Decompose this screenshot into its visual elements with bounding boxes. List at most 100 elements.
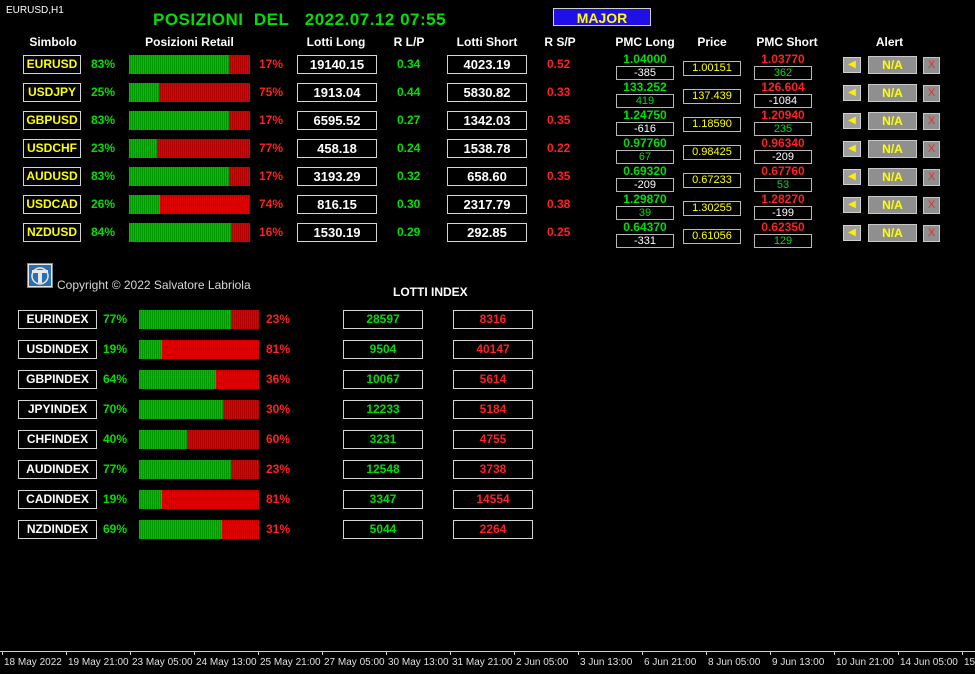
page-title: POSIZIONI DEL 2022.07.12 07:55: [153, 10, 447, 29]
short-bar-fill: [229, 111, 250, 130]
pair-row: AUDUSD 83% 17% 3193.29 0.32 658.60 0.35 0.69320…: [0, 165, 975, 192]
alert-na-button[interactable]: N/A: [868, 84, 917, 102]
r-lp-value: 0.30: [397, 197, 421, 211]
alert-na-button[interactable]: N/A: [868, 224, 917, 242]
index-long-percent: 77%: [103, 312, 128, 326]
alert-close-button[interactable]: X: [923, 169, 940, 186]
bell-icon[interactable]: ◀: [843, 57, 861, 73]
sentiment-bar: [129, 195, 250, 214]
lotti-short-value: 4023.19: [447, 55, 527, 74]
bell-icon[interactable]: ◀: [843, 225, 861, 241]
lotti-long-value: 3193.29: [297, 167, 377, 186]
header-pmc-long: PMC Long: [615, 35, 675, 49]
time-axis-tick: [514, 651, 515, 655]
bell-icon[interactable]: ◀: [843, 141, 861, 157]
index-symbol-button[interactable]: JPYINDEX: [18, 400, 97, 419]
header-simbolo: Simbolo: [29, 35, 77, 49]
long-percent: 83%: [91, 113, 116, 127]
index-symbol-button[interactable]: GBPINDEX: [18, 370, 97, 389]
copyright-text: Copyright © 2022 Salvatore Labriola: [57, 278, 251, 292]
alert-close-button[interactable]: X: [923, 197, 940, 214]
long-bar-fill: [139, 310, 232, 329]
header-pmc-short: PMC Short: [756, 35, 818, 49]
short-percent: 17%: [259, 57, 284, 71]
lotti-long-value: 6595.52: [297, 111, 377, 130]
time-axis-label: 15: [964, 657, 975, 668]
symbol-button[interactable]: NZDUSD: [23, 223, 81, 242]
index-row: CHFINDEX 40% 60% 3231 4755: [0, 428, 975, 450]
time-axis-tick: [386, 651, 387, 655]
bell-icon[interactable]: ◀: [843, 113, 861, 129]
index-lotti-long-value: 12233: [343, 400, 423, 419]
index-symbol-button[interactable]: AUDINDEX: [18, 460, 97, 479]
alert-na-button[interactable]: N/A: [868, 112, 917, 130]
time-axis-label: 6 Jun 21:00: [644, 657, 697, 668]
symbol-button[interactable]: USDCAD: [23, 195, 81, 214]
symbol-button[interactable]: AUDUSD: [23, 167, 81, 186]
alert-close-button[interactable]: X: [923, 225, 940, 242]
index-symbol-button[interactable]: USDINDEX: [18, 340, 97, 359]
index-symbol-button[interactable]: CADINDEX: [18, 490, 97, 509]
alert-na-button[interactable]: N/A: [868, 196, 917, 214]
lotti-long-value: 816.15: [297, 195, 377, 214]
bell-icon[interactable]: ◀: [843, 169, 861, 185]
index-symbol-button[interactable]: NZDINDEX: [18, 520, 97, 539]
short-bar-fill: [187, 430, 259, 449]
index-symbol-button[interactable]: CHFINDEX: [18, 430, 97, 449]
index-row: JPYINDEX 70% 30% 12233 5184: [0, 398, 975, 420]
short-bar-fill: [229, 167, 250, 186]
time-axis-line: [0, 651, 975, 652]
alert-close-button[interactable]: X: [923, 113, 940, 130]
time-axis-label: 9 Jun 13:00: [772, 657, 825, 668]
short-bar-fill: [230, 223, 250, 242]
pmc-short-diff: 235: [754, 122, 812, 136]
index-short-percent: 60%: [266, 432, 291, 446]
time-axis-tick: [194, 651, 195, 655]
r-lp-value: 0.34: [397, 57, 421, 71]
long-bar-fill: [139, 490, 162, 509]
long-bar-fill: [129, 223, 231, 242]
alert-close-button[interactable]: X: [923, 141, 940, 158]
alert-na-button[interactable]: N/A: [868, 56, 917, 74]
r-lp-value: 0.27: [397, 113, 421, 127]
bell-icon[interactable]: ◀: [843, 85, 861, 101]
symbol-button[interactable]: GBPUSD: [23, 111, 81, 130]
index-row: GBPINDEX 64% 36% 10067 5614: [0, 368, 975, 390]
long-percent: 84%: [91, 225, 116, 239]
alert-close-button[interactable]: X: [923, 85, 940, 102]
time-axis-label: 23 May 05:00: [132, 657, 193, 668]
pair-row: USDCAD 26% 74% 816.15 0.30 2317.79 0.38 1.29870…: [0, 193, 975, 220]
time-axis-tick: [322, 651, 323, 655]
index-lotti-short-value: 40147: [453, 340, 533, 359]
lotti-short-value: 2317.79: [447, 195, 527, 214]
alert-na-button[interactable]: N/A: [868, 168, 917, 186]
r-sp-value: 0.25: [547, 225, 571, 239]
price-value: 0.67233: [683, 173, 741, 188]
r-lp-value: 0.29: [397, 225, 421, 239]
symbol-button[interactable]: EURUSD: [23, 55, 81, 74]
alert-close-button[interactable]: X: [923, 57, 940, 74]
pmc-short-diff: 129: [754, 234, 812, 248]
index-long-percent: 40%: [103, 432, 128, 446]
symbol-button[interactable]: USDJPY: [23, 83, 81, 102]
index-long-percent: 77%: [103, 462, 128, 476]
major-category-button[interactable]: MAJOR: [553, 8, 651, 26]
index-row: USDINDEX 19% 81% 9504 40147: [0, 338, 975, 360]
index-sentiment-bar: [139, 370, 259, 389]
index-lotti-short-value: 2264: [453, 520, 533, 539]
header-posizioni-retail: Posizioni Retail: [145, 35, 234, 49]
alert-na-button[interactable]: N/A: [868, 140, 917, 158]
short-bar-fill: [159, 83, 250, 102]
pair-row: EURUSD 83% 17% 19140.15 0.34 4023.19 0.52 1.040…: [0, 53, 975, 80]
lotti-short-value: 292.85: [447, 223, 527, 242]
index-symbol-button[interactable]: EURINDEX: [18, 310, 97, 329]
short-bar-fill: [156, 139, 250, 158]
time-axis-label: 25 May 21:00: [260, 657, 321, 668]
pmc-long-diff: 39: [616, 206, 674, 220]
bell-icon[interactable]: ◀: [843, 197, 861, 213]
price-value: 1.30255: [683, 201, 741, 216]
index-sentiment-bar: [139, 490, 259, 509]
index-lotti-short-value: 4755: [453, 430, 533, 449]
symbol-button[interactable]: USDCHF: [23, 139, 81, 158]
pmc-long-value: 0.97760: [623, 136, 667, 150]
